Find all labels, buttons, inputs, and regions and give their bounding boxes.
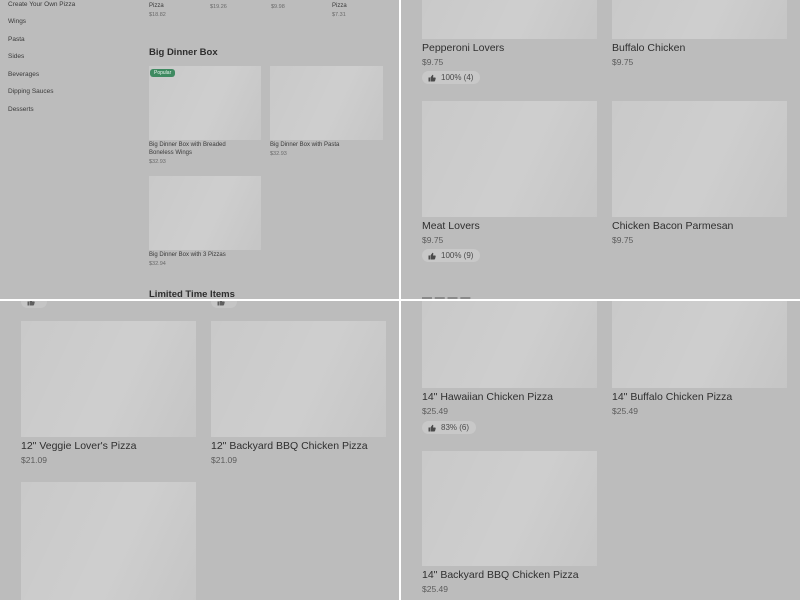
thumbs-up-icon	[428, 74, 436, 81]
item-name[interactable]: Meat Lovers	[422, 220, 480, 232]
sidebar-item-dipping-sauces[interactable]: Dipping Sauces	[8, 88, 54, 95]
item-price: $9.75	[612, 235, 634, 245]
item-price: $25.49	[422, 584, 448, 594]
product-image[interactable]	[149, 176, 261, 250]
rating-badge-cutoff	[21, 301, 47, 308]
item-price: $9.98	[271, 4, 285, 10]
item-price: $19.26	[210, 4, 227, 10]
thumbs-up-icon	[217, 301, 225, 305]
product-image[interactable]	[612, 301, 787, 388]
product-image[interactable]	[149, 66, 261, 140]
desktop-menu-pane: Create Your Own Pizza Wings Pasta Sides …	[0, 0, 399, 299]
item-name[interactable]: 14" Hawaiian Chicken Pizza	[422, 391, 553, 403]
item-price: $9.75	[422, 235, 444, 245]
item-name[interactable]: 12" Backyard BBQ Chicken Pizza	[211, 440, 368, 452]
thumbs-up-icon	[428, 424, 436, 431]
item-price: $32.93	[270, 151, 287, 157]
item-name[interactable]: Pizza	[149, 3, 164, 11]
item-price: $9.75	[612, 57, 634, 67]
item-price: $32.94	[149, 261, 166, 267]
section-title-limited-time-items: Limited Time Items	[149, 289, 235, 299]
rating-badge: 100% (9)	[422, 249, 481, 262]
product-image[interactable]	[422, 451, 597, 566]
sidebar-item-beverages[interactable]: Beverages	[8, 71, 39, 78]
item-name[interactable]: Chicken Bacon Parmesan	[612, 220, 733, 232]
product-image[interactable]	[612, 101, 787, 217]
product-image[interactable]	[211, 321, 386, 437]
item-price: $25.49	[612, 406, 638, 416]
mobile-menu-pane-bottom-right: 14" Hawaiian Chicken Pizza $25.49 83% (6…	[401, 301, 800, 600]
product-image[interactable]	[21, 482, 196, 600]
section-title-cutoff: ▬ ▬ ▬ ▬	[422, 292, 471, 299]
rating-badge-cutoff	[211, 301, 237, 308]
item-name[interactable]: Pepperoni Lovers	[422, 42, 504, 54]
item-price: $7.31	[332, 12, 346, 18]
product-image[interactable]	[422, 0, 597, 39]
popular-badge: Popular	[150, 69, 176, 77]
product-image[interactable]	[270, 66, 383, 140]
thumbs-up-icon	[27, 301, 35, 305]
product-image[interactable]	[612, 0, 787, 39]
product-image[interactable]	[21, 321, 196, 437]
section-title-big-dinner-box: Big Dinner Box	[149, 47, 218, 58]
rating-text: 100% (4)	[441, 73, 474, 82]
item-name[interactable]: Buffalo Chicken	[612, 42, 685, 54]
item-price: $21.09	[21, 455, 47, 465]
item-name[interactable]: Big Dinner Box with Breaded Boneless Win…	[149, 142, 249, 157]
sidebar-item-wings[interactable]: Wings	[8, 18, 26, 25]
item-price: $21.09	[211, 455, 237, 465]
product-image[interactable]	[422, 301, 597, 388]
sidebar-item-create-your-own-pizza[interactable]: Create Your Own Pizza	[8, 1, 75, 8]
item-name[interactable]: Big Dinner Box with Pasta	[270, 142, 380, 150]
item-price: $32.93	[149, 159, 166, 165]
item-name[interactable]: 14" Buffalo Chicken Pizza	[612, 391, 732, 403]
item-name[interactable]: Pizza	[332, 3, 347, 11]
rating-text: 83% (6)	[441, 423, 470, 432]
item-name[interactable]: 12" Veggie Lover's Pizza	[21, 440, 136, 452]
item-name[interactable]: 14" Backyard BBQ Chicken Pizza	[422, 569, 579, 581]
product-image[interactable]	[422, 101, 597, 217]
sidebar-item-pasta[interactable]: Pasta	[8, 36, 25, 43]
item-price: $25.49	[422, 406, 448, 416]
item-price: $9.75	[422, 57, 444, 67]
sidebar-item-desserts[interactable]: Desserts	[8, 106, 34, 113]
thumbs-up-icon	[428, 252, 436, 259]
rating-text: 100% (9)	[441, 251, 474, 260]
rating-badge: 83% (6)	[422, 421, 477, 434]
item-name[interactable]: Big Dinner Box with 3 Pizzas	[149, 252, 259, 260]
rating-badge: 100% (4)	[422, 71, 481, 84]
mobile-menu-pane-top: Pepperoni Lovers $9.75 100% (4) Buffalo …	[401, 0, 800, 299]
mobile-menu-pane-bottom-left: 12" Veggie Lover's Pizza $21.09 12" Back…	[0, 301, 399, 600]
sidebar-item-sides[interactable]: Sides	[8, 53, 24, 60]
item-price: $18.82	[149, 12, 166, 18]
